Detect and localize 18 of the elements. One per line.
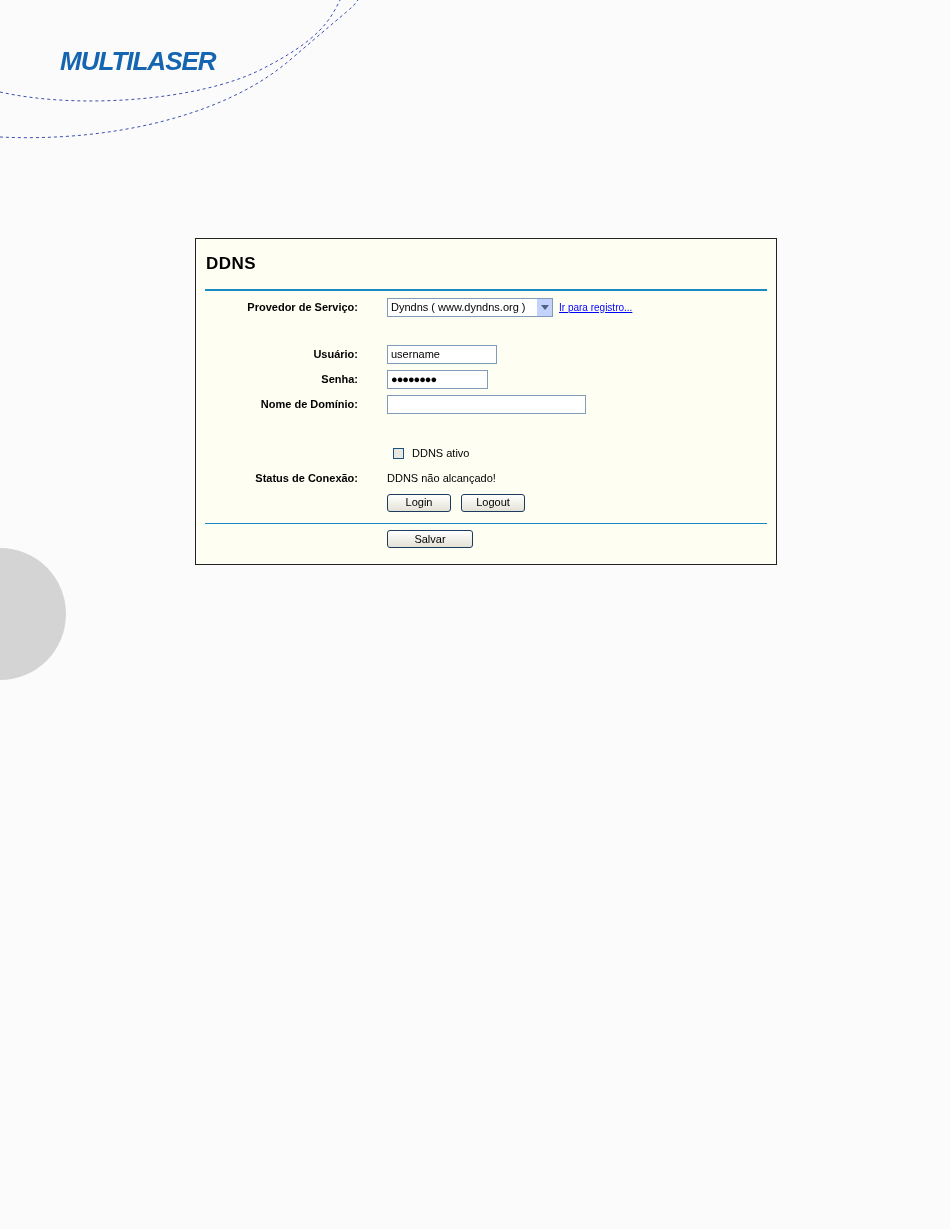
input-field[interactable]: ●●●●●●●● <box>387 370 488 389</box>
field-label: Usuário: <box>313 348 358 361</box>
status-text: DDNS não alcançado! <box>387 470 496 486</box>
panel-title: DDNS <box>206 253 257 276</box>
field-label: Nome de Domínio: <box>260 398 358 411</box>
field-label: Provedor de Serviço: <box>247 300 358 313</box>
field-label: Status de Conexão: <box>255 471 358 484</box>
action-button[interactable]: Logout <box>461 493 525 512</box>
checkbox[interactable] <box>393 448 404 459</box>
action-button[interactable]: Login <box>387 493 451 512</box>
register-link[interactable]: Ir para registro... <box>559 299 633 315</box>
provider-dropdown[interactable]: Dyndns ( www.dyndns.org ) <box>387 297 553 317</box>
input-field[interactable]: username <box>387 345 497 364</box>
checkbox-label: DDNS ativo <box>412 446 470 462</box>
input-field[interactable] <box>387 395 586 414</box>
field-label: Senha: <box>321 373 358 386</box>
save-button[interactable]: Salvar <box>387 530 473 548</box>
logo: MULTILASER <box>60 45 216 78</box>
